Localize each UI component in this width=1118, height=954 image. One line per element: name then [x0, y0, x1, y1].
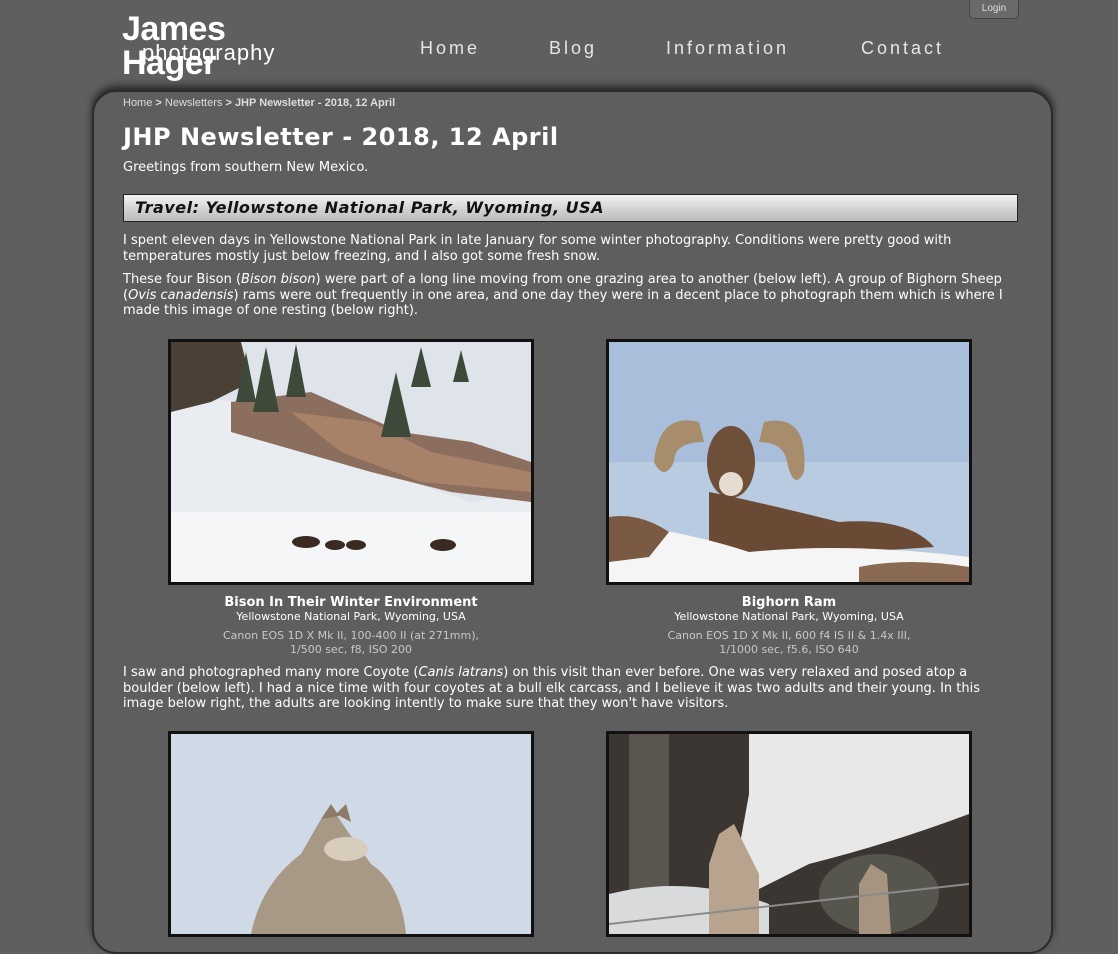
breadcrumb-current: JHP Newsletter - 2018, 12 April — [234, 97, 396, 109]
figure-title: Bison In Their Winter Environment — [224, 594, 478, 610]
figure-camera-info: Canon EOS 1D X Mk II, 600 f4 IS II & 1.4… — [606, 629, 972, 657]
coyote-boulder-image — [171, 734, 531, 934]
greeting-text: Greetings from southern New Mexico. — [123, 160, 369, 175]
coyotes-carcass-image — [609, 734, 969, 934]
figure-bison: Bison In Their Winter Environment Yellow… — [168, 338, 534, 657]
ram-photo[interactable] — [606, 338, 972, 585]
camera-line: Canon EOS 1D X Mk II, 100-400 II (at 271… — [222, 628, 479, 642]
species-name: Canis latrans — [418, 665, 504, 680]
main-content: Home > Newsletters > JHP Newsletter - 20… — [123, 96, 1018, 656]
figure-title: Bighorn Ram — [741, 594, 837, 610]
breadcrumb: Home > Newsletters > JHP Newsletter - 20… — [123, 96, 1018, 110]
bison-photo[interactable] — [168, 338, 534, 585]
camera-line: 1/1000 sec, f5.6, ISO 640 — [719, 642, 859, 656]
bison-image — [171, 341, 531, 582]
section-heading: Travel: Yellowstone National Park, Wyomi… — [123, 194, 1018, 222]
figure-location: Yellowstone National Park, Wyoming, USA — [236, 609, 466, 623]
coyote-boulder-photo[interactable] — [168, 731, 534, 937]
paragraph-bison-ram: These four Bison (Bison bison) were part… — [123, 272, 1018, 319]
page-title: JHP Newsletter - 2018, 12 April — [123, 123, 559, 151]
main-nav: Home Blog Information Contact — [0, 38, 1118, 64]
nav-blog[interactable]: Blog — [549, 38, 597, 59]
coyote-text-block: I saw and photographed many more Coyote … — [123, 665, 1018, 712]
figure-camera-info: Canon EOS 1D X Mk II, 100-400 II (at 271… — [168, 629, 534, 657]
figure-location: Yellowstone National Park, Wyoming, USA — [674, 609, 904, 623]
species-name: Ovis canadensis — [128, 287, 234, 303]
text-span: I saw and photographed many more Coyote … — [123, 665, 419, 680]
paragraph-coyote: I saw and photographed many more Coyote … — [123, 665, 1018, 712]
breadcrumb-newsletters[interactable]: Newsletters — [165, 97, 222, 109]
breadcrumb-home[interactable]: Home — [123, 97, 152, 109]
nav-home[interactable]: Home — [420, 38, 480, 59]
coyotes-carcass-photo[interactable] — [606, 731, 972, 937]
camera-line: 1/500 sec, f8, ISO 200 — [290, 642, 412, 656]
text-span: These four Bison ( — [123, 272, 242, 287]
species-name: Bison bison — [241, 272, 316, 287]
figure-ram: Bighorn Ram Yellowstone National Park, W… — [606, 338, 972, 657]
breadcrumb-separator: > — [225, 97, 232, 109]
ram-image — [609, 341, 969, 582]
text-span: ) rams were out frequently in one area, … — [123, 287, 1003, 319]
nav-information[interactable]: Information — [666, 38, 789, 59]
camera-line: Canon EOS 1D X Mk II, 600 f4 IS II & 1.4… — [667, 628, 911, 642]
login-button[interactable]: Login — [969, 0, 1019, 19]
nav-contact[interactable]: Contact — [861, 38, 944, 59]
paragraph-intro: I spent eleven days in Yellowstone Natio… — [123, 233, 952, 264]
breadcrumb-separator: > — [155, 97, 162, 109]
